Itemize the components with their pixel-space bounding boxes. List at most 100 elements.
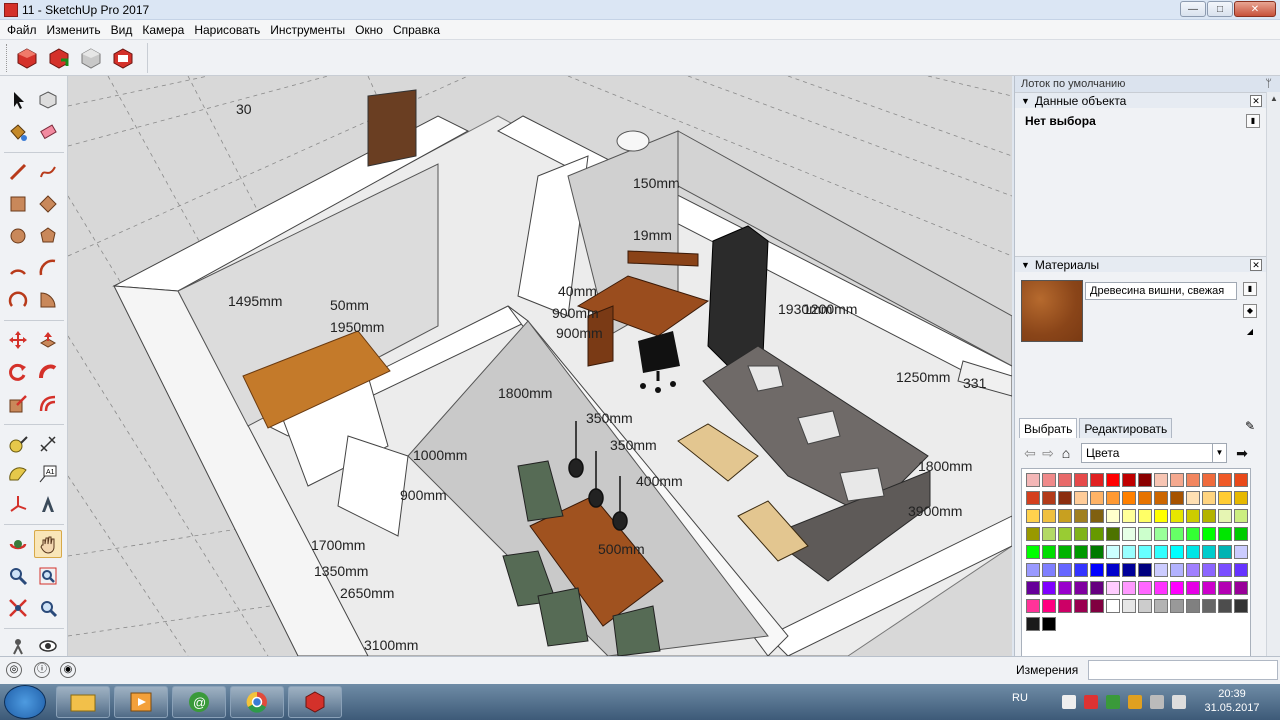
- color-swatch[interactable]: [1138, 491, 1152, 505]
- color-swatch[interactable]: [1170, 473, 1184, 487]
- entity-info-close-button[interactable]: ✕: [1250, 95, 1262, 107]
- color-swatch[interactable]: [1026, 473, 1040, 487]
- entity-info-header[interactable]: ▼ Данные объекта ✕: [1015, 92, 1280, 108]
- color-swatch[interactable]: [1170, 491, 1184, 505]
- color-swatch[interactable]: [1042, 545, 1056, 559]
- menu-tools[interactable]: Инструменты: [265, 20, 350, 40]
- materials-close-button[interactable]: ✕: [1250, 259, 1262, 271]
- color-swatch[interactable]: [1106, 545, 1120, 559]
- color-swatch[interactable]: [1074, 491, 1088, 505]
- color-swatch[interactable]: [1154, 491, 1168, 505]
- close-button[interactable]: ✕: [1234, 1, 1276, 17]
- color-swatch[interactable]: [1058, 563, 1072, 577]
- color-swatch[interactable]: [1154, 509, 1168, 523]
- color-swatch[interactable]: [1106, 599, 1120, 613]
- color-swatch[interactable]: [1202, 473, 1216, 487]
- color-swatch[interactable]: [1218, 527, 1232, 541]
- agent-tray-icon[interactable]: [1106, 695, 1120, 709]
- create-material-icon[interactable]: ◆: [1243, 304, 1257, 318]
- pie-icon[interactable]: [34, 286, 62, 314]
- color-swatch[interactable]: [1234, 527, 1248, 541]
- color-swatch[interactable]: [1234, 509, 1248, 523]
- color-swatch[interactable]: [1154, 473, 1168, 487]
- color-swatch[interactable]: [1202, 563, 1216, 577]
- color-swatch[interactable]: [1122, 599, 1136, 613]
- color-swatch[interactable]: [1090, 527, 1104, 541]
- menu-window[interactable]: Окно: [350, 20, 388, 40]
- color-swatch[interactable]: [1042, 599, 1056, 613]
- color-swatch[interactable]: [1122, 581, 1136, 595]
- color-swatch[interactable]: [1170, 545, 1184, 559]
- color-swatch[interactable]: [1042, 473, 1056, 487]
- dimension-icon[interactable]: [34, 430, 62, 458]
- collapse-triangle-icon[interactable]: ▼: [1021, 96, 1030, 106]
- network-icon[interactable]: [1150, 695, 1164, 709]
- color-swatch[interactable]: [1090, 581, 1104, 595]
- color-swatch[interactable]: [1026, 509, 1040, 523]
- color-swatch[interactable]: [1218, 599, 1232, 613]
- minimize-button[interactable]: —: [1180, 1, 1206, 17]
- clock[interactable]: 20:39 31.05.2017: [1198, 687, 1266, 715]
- scroll-up-icon[interactable]: ▲: [1267, 92, 1280, 106]
- offset-icon[interactable]: [34, 390, 62, 418]
- color-swatch[interactable]: [1042, 617, 1056, 631]
- pin-icon[interactable]: ᛘ: [1265, 76, 1280, 92]
- share-component-icon[interactable]: [77, 44, 105, 72]
- color-swatch[interactable]: [1218, 509, 1232, 523]
- media-player-taskbar-button[interactable]: [114, 686, 168, 718]
- menu-view[interactable]: Вид: [106, 20, 138, 40]
- default-material-icon[interactable]: ◢: [1243, 326, 1257, 340]
- user-icon[interactable]: ◉: [60, 662, 76, 678]
- material-name-field[interactable]: Древесина вишни, свежая: [1085, 282, 1237, 300]
- color-swatch[interactable]: [1122, 563, 1136, 577]
- color-swatch[interactable]: [1170, 581, 1184, 595]
- color-swatch[interactable]: [1122, 509, 1136, 523]
- color-swatch[interactable]: [1186, 491, 1200, 505]
- color-swatch[interactable]: [1186, 527, 1200, 541]
- sketchup-app-icon[interactable]: [4, 2, 18, 17]
- home-icon[interactable]: ⌂: [1057, 445, 1075, 461]
- color-swatch[interactable]: [1186, 545, 1200, 559]
- color-swatch[interactable]: [1026, 581, 1040, 595]
- measurements-input[interactable]: [1088, 660, 1278, 680]
- pan-icon[interactable]: [34, 530, 62, 558]
- color-swatch[interactable]: [1058, 545, 1072, 559]
- color-swatch[interactable]: [1154, 545, 1168, 559]
- zoom-icon[interactable]: [4, 562, 32, 590]
- security-icon[interactable]: [1128, 695, 1142, 709]
- menu-help[interactable]: Справка: [388, 20, 445, 40]
- color-swatch[interactable]: [1218, 581, 1232, 595]
- color-swatch[interactable]: [1026, 617, 1040, 631]
- move-icon[interactable]: [4, 326, 32, 354]
- 3d-text-icon[interactable]: [34, 490, 62, 518]
- orbit-icon[interactable]: [4, 530, 32, 558]
- menu-file[interactable]: Файл: [2, 20, 42, 40]
- color-swatch[interactable]: [1234, 491, 1248, 505]
- color-swatch[interactable]: [1074, 581, 1088, 595]
- color-swatch[interactable]: [1170, 527, 1184, 541]
- color-swatch[interactable]: [1202, 509, 1216, 523]
- tape-measure-icon[interactable]: [4, 430, 32, 458]
- color-swatch[interactable]: [1186, 563, 1200, 577]
- volume-icon[interactable]: [1172, 695, 1186, 709]
- usb-icon[interactable]: [1062, 695, 1076, 709]
- color-swatch[interactable]: [1234, 599, 1248, 613]
- color-swatch[interactable]: [1138, 473, 1152, 487]
- color-swatch[interactable]: [1026, 527, 1040, 541]
- select-icon[interactable]: [4, 86, 32, 114]
- maximize-button[interactable]: □: [1207, 1, 1233, 17]
- color-swatch[interactable]: [1122, 527, 1136, 541]
- color-swatch[interactable]: [1026, 491, 1040, 505]
- color-swatch[interactable]: [1058, 581, 1072, 595]
- chevron-down-icon[interactable]: ▼: [1212, 444, 1226, 462]
- color-swatch[interactable]: [1090, 473, 1104, 487]
- color-swatch[interactable]: [1090, 599, 1104, 613]
- tray-scrollbar[interactable]: ▲: [1266, 92, 1280, 656]
- eyedropper-icon[interactable]: ✎: [1243, 420, 1257, 434]
- tab-edit[interactable]: Редактировать: [1079, 418, 1173, 438]
- color-swatch[interactable]: [1234, 581, 1248, 595]
- color-swatch[interactable]: [1218, 545, 1232, 559]
- library-select[interactable]: Цвета ▼: [1081, 443, 1227, 463]
- color-swatch[interactable]: [1234, 563, 1248, 577]
- color-swatch[interactable]: [1058, 491, 1072, 505]
